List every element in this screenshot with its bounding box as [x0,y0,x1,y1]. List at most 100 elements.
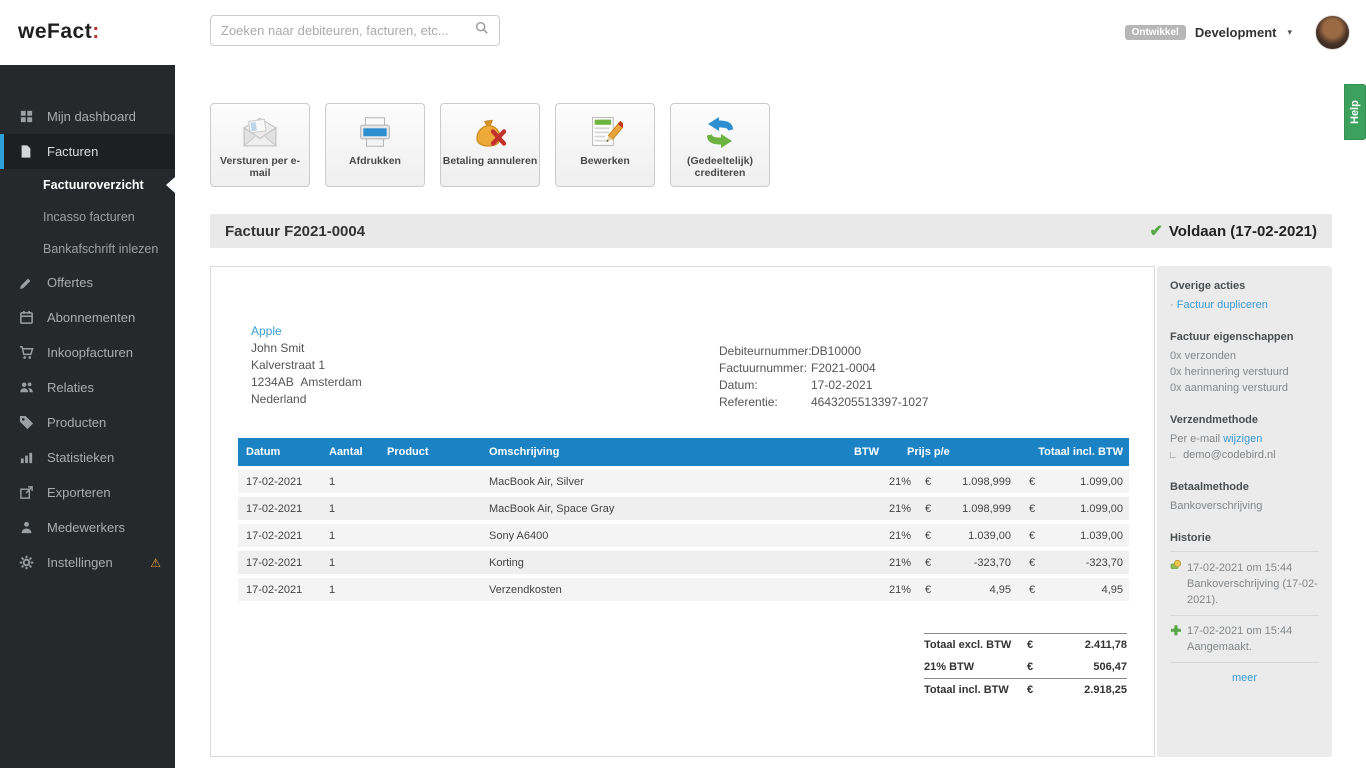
divider [1170,615,1319,616]
cell-btw: 21% [888,529,911,542]
history-text: Aangemaakt. [1187,641,1252,653]
tag-icon [18,415,34,431]
topbar: weFact: Ontwikkel Development ▾ [0,0,1366,65]
sidebar-item-label: Mijn dashboard [47,109,136,124]
table-row: 17-02-2021 1 Verzendkosten 21% € 4,95 € … [238,578,1129,601]
button-label: Betaling annuleren [442,155,538,167]
total-label: 21% BTW [924,661,975,673]
sidebar-item-label: Incasso facturen [43,210,135,224]
cancel-payment-button[interactable]: Betaling annuleren [440,103,540,187]
property-line: 0x herinnering verstuurd [1170,366,1289,378]
sidebar-item-exporteren[interactable]: Exporteren [0,475,175,510]
currency-symbol: € [1027,684,1034,696]
sidebar-item-abonnementen[interactable]: Abonnementen [0,300,175,335]
customer-link[interactable]: Apple [251,323,362,340]
duplicate-invoice-row: · Factuur dupliceren [1170,297,1319,313]
meta-label: Datum: [719,378,758,392]
history-date-row: ✚ 17-02-2021 om 15:44 [1170,623,1319,639]
property-line: 0x verzonden [1170,350,1237,362]
currency-symbol: € [925,529,932,542]
cell-datum: 17-02-2021 [246,529,303,542]
meta-row: Referentie: 4643205513397-1027 [719,394,928,411]
section-title-historie: Historie [1170,532,1211,544]
calendar-icon [18,310,34,326]
duplicate-invoice-link[interactable]: Factuur dupliceren [1177,299,1268,311]
sidebar-item-medewerkers[interactable]: Medewerkers [0,510,175,545]
sidebar-item-dashboard[interactable]: Mijn dashboard [0,99,175,134]
section-title-overige-acties: Overige acties [1170,280,1246,292]
env-menu-label[interactable]: Development [1195,25,1277,40]
sidebar-item-inkoopfacturen[interactable]: Inkoopfacturen [0,335,175,370]
warning-icon: ⚠ [150,555,161,570]
total-value: 2.411,78 [1084,639,1127,651]
search-input[interactable] [221,23,475,38]
more-history-link[interactable]: meer [1232,672,1257,684]
check-icon: ✔ [1149,223,1163,240]
sidebar-item-facturen[interactable]: Facturen [0,134,175,169]
currency-symbol: € [1029,556,1036,569]
button-label: Afdrukken [349,155,401,167]
bar-chart-icon [18,450,34,466]
cell-totaal: 4,95 [1101,583,1123,596]
person-icon [18,520,34,536]
send-email-button[interactable]: Versturen per e-mail [210,103,310,187]
cell-datum: 17-02-2021 [246,502,303,515]
printer-icon [357,113,393,151]
search-icon[interactable] [475,21,489,40]
cell-btw: 21% [888,475,911,488]
credit-button[interactable]: (Gedeeltelijk) crediteren [670,103,770,187]
col-header-omschrijving: Omschrijving [489,446,560,458]
avatar[interactable] [1315,15,1350,50]
sidebar-item-statistieken[interactable]: Statistieken [0,440,175,475]
sidebar-item-relaties[interactable]: Relaties [0,370,175,405]
cancel-payment-icon [472,113,508,151]
meta-row: Debiteurnummer:DB10000 [719,343,928,360]
address-line: Nederland [251,392,307,406]
sidebar-item-incasso-facturen[interactable]: Incasso facturen [0,201,175,233]
env-badge: Ontwikkel [1124,25,1186,40]
sidebar-item-instellingen[interactable]: Instellingen ⚠ [0,545,175,580]
shopping-cart-icon [18,345,34,361]
sidebar-item-label: Statistieken [47,450,115,465]
sidebar-item-factuuroverzicht[interactable]: Factuuroverzicht [0,169,175,201]
button-label: Bewerken [580,155,630,167]
bullet: · [1170,299,1174,311]
send-method-row: Per e-mail wijzigen [1170,431,1319,447]
send-method-value: Per e-mail [1170,433,1221,445]
meta-label: Referentie: [719,395,778,409]
sidebar-item-label: Offertes [47,275,94,290]
cell-totaal: 1.099,00 [1080,475,1123,488]
invoice-action-toolbar: Versturen per e-mail Afdrukken Betaling … [210,103,1332,187]
help-tab[interactable]: Help [1344,84,1366,140]
cell-omschrijving: MacBook Air, Space Gray [489,502,615,515]
cell-totaal: 1.099,00 [1080,502,1123,515]
history-date-row: 17-02-2021 om 15:44 [1170,559,1319,576]
status-text: Voldaan (17-02-2021) [1168,222,1317,240]
gear-icon [18,555,34,571]
page-title: Factuur F2021-0004 [225,222,366,240]
cell-totaal: 1.039,00 [1080,529,1123,542]
payment-icon [1170,559,1182,576]
invoice-title-bar: Factuur F2021-0004 ✔ Voldaan (17-02-2021… [210,214,1332,248]
edit-button[interactable]: Bewerken [555,103,655,187]
sidebar-item-producten[interactable]: Producten [0,405,175,440]
currency-symbol: € [1029,475,1036,488]
history-date: 17-02-2021 om 15:44 [1187,625,1293,637]
col-header-product: Product [387,446,429,458]
cell-omschrijving: Sony A6400 [489,529,549,542]
print-button[interactable]: Afdrukken [325,103,425,187]
status-badge: ✔ Voldaan (17-02-2021) [1149,221,1317,241]
cell-omschrijving: Verzendkosten [489,583,562,596]
sidebar-item-offertes[interactable]: Offertes [0,265,175,300]
address-line: Kalverstraat 1 [251,358,326,372]
sidebar-item-label: Factuuroverzicht [43,178,144,192]
main-content: Versturen per e-mail Afdrukken Betaling … [210,103,1332,757]
environment-switcher[interactable]: Ontwikkel Development ▾ [1124,0,1292,65]
wefact-app: weFact: Ontwikkel Development ▾ Help Mij… [0,0,1366,768]
address-line: 1234AB Amsterdam [251,375,362,389]
currency-symbol: € [1027,661,1034,673]
sidebar-item-bankafschrift-inlezen[interactable]: Bankafschrift inlezen [0,233,175,265]
invoice-file-icon [18,144,34,160]
change-send-method-link[interactable]: wijzigen [1223,433,1262,445]
currency-symbol: € [925,556,932,569]
